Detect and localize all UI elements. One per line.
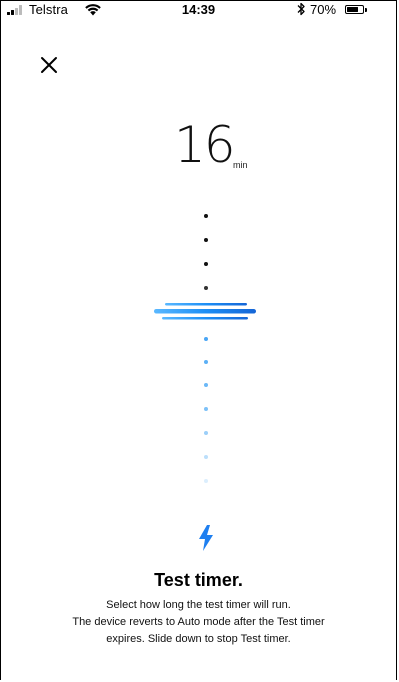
slider-tick-light (204, 383, 208, 387)
battery-percent: 70% (310, 2, 337, 17)
slider-tick-light (204, 337, 208, 341)
timer-value: 16 (174, 116, 236, 174)
close-icon[interactable] (36, 52, 62, 78)
slider-tick-dark (204, 214, 208, 218)
battery-icon (345, 5, 367, 15)
slider-handle[interactable] (150, 300, 260, 324)
slider-tick-dark (204, 262, 208, 266)
status-bar: Telstra 14:39 70% (0, 0, 397, 20)
slider-tick-dark (204, 238, 208, 242)
slider-tick-light (204, 431, 208, 435)
bluetooth-icon (297, 2, 305, 16)
slider-tick-light (204, 455, 208, 459)
info-line: Select how long the test timer will run. (106, 599, 291, 611)
info-line: expires. Slide down to stop Test timer. (106, 633, 291, 645)
slider-tick-light (204, 407, 208, 411)
timer-display: 16 min (0, 120, 397, 180)
status-time: 14:39 (181, 2, 216, 17)
timer-unit: min (233, 160, 248, 170)
info-title: Test timer. (154, 570, 243, 590)
info-description: Select how long the test timer will run.… (30, 597, 367, 648)
slider-tick-light (204, 360, 208, 364)
slider-tick-light (204, 479, 208, 483)
timer-slider[interactable] (0, 200, 397, 500)
info-line: The device reverts to Auto mode after th… (72, 616, 325, 628)
lightning-bolt-icon (199, 525, 213, 551)
slider-tick-dark (204, 286, 208, 290)
